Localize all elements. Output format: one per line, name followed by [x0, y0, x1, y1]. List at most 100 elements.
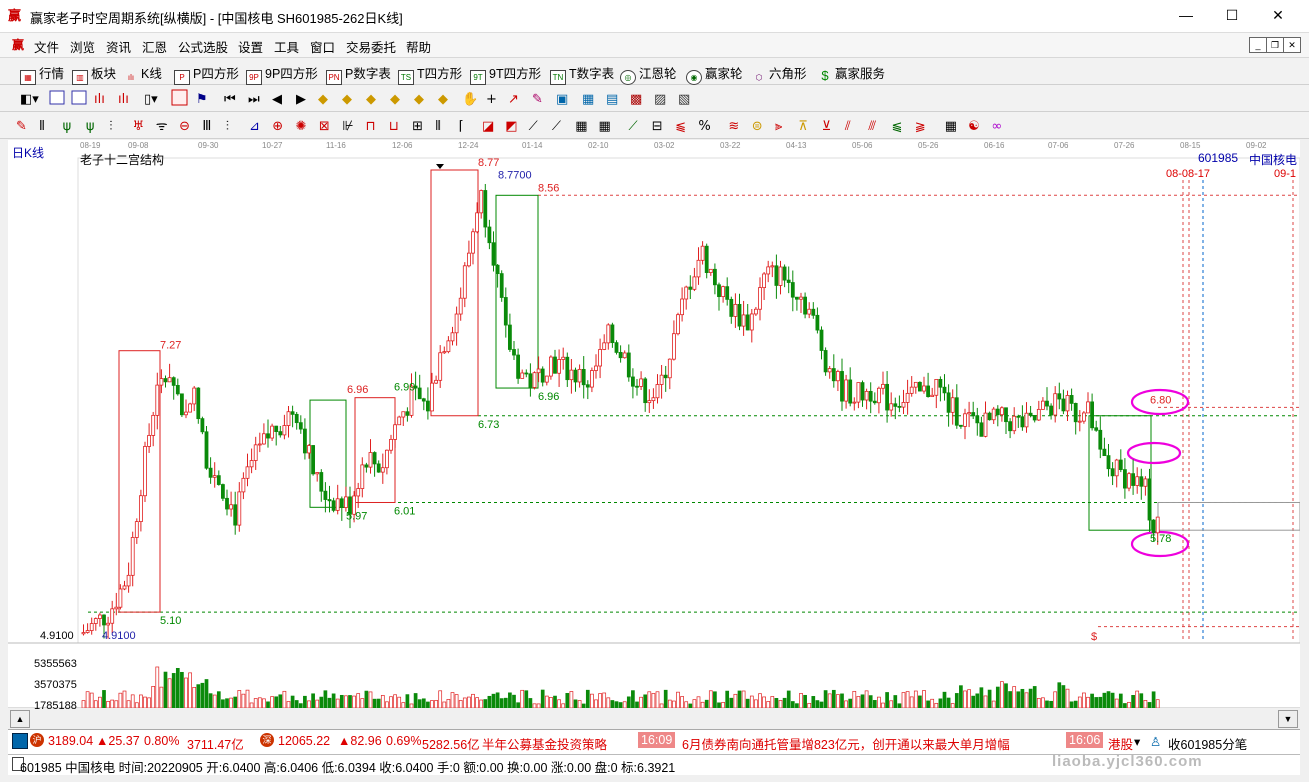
analysis-tool-icon[interactable]: %	[698, 119, 710, 134]
analysis-tools[interactable]: ✎ ⫴ ψ ψ ⫶ ♅ ᯤ ⊖ Ⅲ ⫶ ⊿ ⊕ ✺ ⊠ ⊮ ⊓ ⊔ ⊞ ⫴ ⌈ ◪ ◩ ⟋ ⟋ ▦ ▦ ⟋ ⊟ ⫹% ≋ ⊜ ⫸ ⊼ ⊻ ⫽ ⫻ ⫹ ⫺ ▦…	[10, 112, 1120, 138]
maximize-button[interactable]: ☐	[1209, 0, 1255, 30]
analysis-tool-icon[interactable]: Ⅲ	[202, 119, 211, 134]
analysis-tool-icon[interactable]: ⊜	[752, 119, 763, 134]
down-icon[interactable]: ◆	[438, 92, 448, 107]
menu-tools[interactable]: 工具	[274, 37, 299, 56]
image-tool-icon[interactable]: ▣	[556, 92, 568, 107]
sz-index[interactable]: 12065.22	[278, 734, 330, 748]
analysis-tool-icon[interactable]: ⊿	[249, 119, 260, 134]
period-icon[interactable]	[49, 90, 65, 105]
menu-trade[interactable]: 交易委托	[346, 37, 396, 56]
toolbar-blocks-button[interactable]: ▥ 板块	[72, 63, 116, 85]
analysis-tool-icon[interactable]: ⊠	[319, 119, 330, 134]
toolbar-9p-square-button[interactable]: 9P 9P四方形	[246, 63, 318, 85]
analysis-tool-icon[interactable]: ⫶	[226, 119, 229, 134]
calendar-icon[interactable]: ▦	[582, 92, 594, 107]
drawing-tools[interactable]: ◧▾ ılı ılı ▯▾ ⚑ ⏮ ⏭ ◀ ▶ ◆ ◆ ◆ ◆ ◆ ◆ ✋ + …	[10, 85, 730, 111]
toolbar-quotes-button[interactable]: ▦ 行情	[20, 63, 64, 85]
menu-help[interactable]: 帮助	[406, 37, 431, 56]
analysis-tool-icon[interactable]: ⟋	[529, 119, 539, 134]
analysis-tool-icon[interactable]: ⫴	[39, 119, 44, 134]
expand-icon[interactable]: ◆	[390, 92, 400, 107]
toolbar-t-table-button[interactable]: TN T数字表	[550, 63, 614, 85]
analysis-tool-icon[interactable]: ▦	[945, 119, 957, 134]
analysis-tool-icon[interactable]: ◪	[482, 119, 494, 134]
scroll-up-button[interactable]: ▲	[10, 710, 30, 728]
zoom-in-icon[interactable]: ◆	[318, 92, 328, 107]
indicator-icon[interactable]	[171, 89, 188, 106]
analysis-tool-icon[interactable]: ⫸	[775, 119, 782, 134]
analysis-tool-icon[interactable]: ▦	[575, 119, 587, 134]
menu-file[interactable]: 文件	[34, 37, 59, 56]
flag-icon[interactable]: ⚑	[196, 92, 208, 107]
export-icon[interactable]: ▧	[678, 92, 690, 107]
minimize-button[interactable]: —	[1163, 0, 1209, 30]
menu-settings[interactable]: 设置	[238, 37, 263, 56]
analysis-tool-icon[interactable]: ⊔	[389, 119, 399, 134]
analysis-tool-icon[interactable]: ▦	[599, 119, 611, 134]
analysis-tool-icon[interactable]: ⫻	[868, 119, 876, 134]
analysis-tool-icon[interactable]: ≋	[728, 119, 739, 134]
mdi-minimize-button[interactable]: _	[1249, 37, 1267, 53]
toolbar-p-table-button[interactable]: PN P数字表	[326, 63, 391, 85]
analysis-tool-icon[interactable]: ⊻	[822, 119, 832, 134]
shrink-icon[interactable]: ◆	[366, 92, 376, 107]
analysis-tool-icon[interactable]: ⊼	[798, 119, 808, 134]
analysis-tool-icon[interactable]: ⊕	[272, 119, 283, 134]
menu-huien[interactable]: 汇恩	[142, 37, 167, 56]
analysis-tool-icon[interactable]: ✺	[296, 119, 307, 134]
analysis-tool-icon[interactable]: ⊟	[652, 119, 663, 134]
toolbar-t-square-button[interactable]: TS T四方形	[398, 63, 462, 85]
menu-window[interactable]: 窗口	[310, 37, 335, 56]
news-item-3[interactable]: 港股	[1108, 734, 1133, 753]
menu-formula[interactable]: 公式选股	[178, 37, 228, 56]
kline-chart[interactable]: 08-19 09-08 09-30 10-27 11-16 12-06 12-24 01-14…	[8, 140, 1300, 712]
analysis-tool-icon[interactable]: ψ	[63, 119, 72, 134]
print-icon[interactable]: ▨	[654, 92, 666, 107]
analysis-tool-icon[interactable]: ᯤ	[156, 119, 168, 134]
scroll-down-button[interactable]: ▼	[1278, 710, 1298, 728]
analysis-tool-icon[interactable]: ⌈	[459, 119, 464, 134]
analysis-tool-icon[interactable]: ⫹	[892, 119, 903, 134]
toolbar-p-square-button[interactable]: P P四方形	[174, 63, 239, 85]
toolbar-winner-wheel-button[interactable]: ◉ 赢家轮	[686, 63, 743, 85]
cycle-icon[interactable]	[71, 90, 87, 105]
analysis-tool-icon[interactable]: ◩	[505, 119, 517, 134]
first-icon[interactable]: ⏮	[224, 92, 236, 107]
toolbar-hexagon-button[interactable]: ⬡ 六角形	[752, 63, 807, 84]
analysis-tool-icon[interactable]: ⊞	[412, 119, 423, 134]
toolbar-gann-wheel-button[interactable]: ◎ 江恩轮	[620, 63, 677, 85]
chart-canvas[interactable]: 08-19 09-08 09-30 10-27 11-16 12-06 12-24 01-14…	[8, 140, 1300, 708]
trend-icon[interactable]: ↗	[508, 92, 519, 107]
analysis-tool-icon[interactable]: ♅	[133, 119, 145, 134]
toolbar-kline-button[interactable]: ılı K线	[124, 63, 162, 84]
up-icon[interactable]: ◆	[414, 92, 424, 107]
close-button[interactable]: ✕	[1255, 0, 1301, 30]
analysis-tool-icon[interactable]: ⊖	[179, 119, 190, 134]
analysis-tool-icon[interactable]: ✎	[16, 119, 27, 134]
analysis-tool-icon[interactable]: ⟋	[552, 119, 562, 134]
analysis-tool-icon[interactable]: ⫺	[915, 119, 926, 134]
bar-chart-icon[interactable]: ılı	[94, 92, 105, 107]
menu-browse[interactable]: 浏览	[70, 37, 95, 56]
tick-detail-button[interactable]: 收601985分笔	[1168, 734, 1247, 753]
text-tool-icon[interactable]: ✎	[532, 92, 543, 107]
menu-info[interactable]: 资讯	[106, 37, 131, 56]
left-icon[interactable]: ◀	[272, 92, 282, 107]
analysis-tool-icon[interactable]: ⊮	[342, 119, 353, 134]
analysis-tool-icon[interactable]: ☯	[968, 119, 980, 134]
news-item-2[interactable]: 6月债券南向通托管量增823亿元，创开通以来最大单月增幅	[682, 734, 1010, 753]
right-icon[interactable]: ▶	[296, 92, 306, 107]
zoom-out-icon[interactable]: ◆	[342, 92, 352, 107]
sh-index[interactable]: 3189.04	[48, 734, 93, 748]
layout-dropdown-icon[interactable]: ◧▾	[20, 92, 39, 107]
crosshair-icon[interactable]: +	[486, 92, 497, 107]
analysis-tool-icon[interactable]: ⫶	[109, 119, 112, 134]
candle-dropdown-icon[interactable]: ▯▾	[144, 92, 158, 107]
mdi-restore-button[interactable]: ❐	[1266, 37, 1284, 53]
analysis-tool-icon[interactable]: ⟋	[629, 119, 639, 134]
analysis-tool-icon[interactable]: ⫽	[844, 119, 851, 134]
toolbar-9t-square-button[interactable]: 9T 9T四方形	[470, 63, 541, 85]
analysis-tool-icon[interactable]: ∞	[991, 119, 1002, 134]
analysis-tool-icon[interactable]: ⊓	[366, 119, 376, 134]
